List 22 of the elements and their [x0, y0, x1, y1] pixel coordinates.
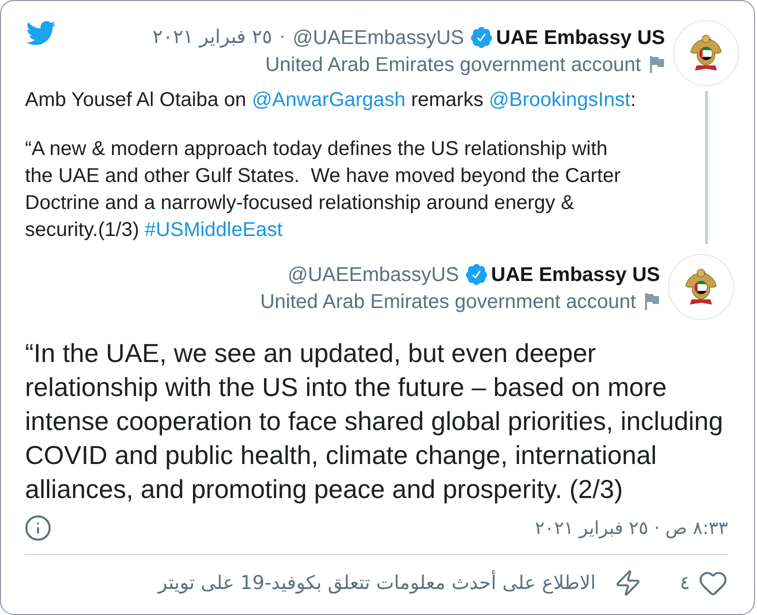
tweet-timestamp[interactable]: ٨:٣٣ ص · ٢٥ فبراير ٢٠٢١: [534, 514, 728, 542]
tweet-text: Amb Yousef Al Otaiba on @AnwarGargash remarks @BrookingsInst:: [25, 88, 637, 113]
covid-info-link[interactable]: الاطلاع على أحدث معلومات تتعلق بكوفيد-19 على تويتر: [158, 568, 596, 598]
author-handle[interactable]: @UAEEmbassyUS: [288, 260, 460, 290]
tweet-text: “A new & modern approach today defines the US relationship with the UAE and other Gulf States. We have moved beyond the Carter Doctrine and a narrowly-focused relationship around energy & security.(1/3) #USMiddleEast: [25, 137, 622, 243]
lightning-icon[interactable]: [614, 569, 642, 597]
mention-link[interactable]: @BrookingsInst: [488, 89, 630, 111]
account-label: United Arab Emirates government account: [260, 290, 636, 314]
hashtag-link[interactable]: #USMiddleEast: [144, 219, 283, 241]
tweet-date[interactable]: ٢٥ فبراير ٢٠٢١: [152, 23, 272, 52]
author-name[interactable]: UAE Embassy US: [491, 260, 660, 290]
tweet-text: “In the UAE, we see an updated, but even deeper relationship with the US into the future – based on more intense cooperation to face shared global priorities, including COVID and public health, climate change, international alliances, and promoting peace and prosperity. (2/3): [25, 337, 724, 506]
flag-icon: [649, 56, 665, 73]
separator-dot: ·: [279, 25, 286, 50]
like-count: ٤: [680, 570, 690, 596]
flag-icon: [644, 293, 660, 310]
author-name[interactable]: UAE Embassy US: [496, 22, 665, 52]
account-label: United Arab Emirates government account: [265, 52, 641, 78]
info-icon[interactable]: [24, 514, 52, 542]
bird-logo-icon[interactable]: [25, 20, 56, 46]
author-handle[interactable]: @UAEEmbassyUS: [292, 22, 464, 52]
mention-link[interactable]: @AnwarGargash: [252, 89, 406, 111]
